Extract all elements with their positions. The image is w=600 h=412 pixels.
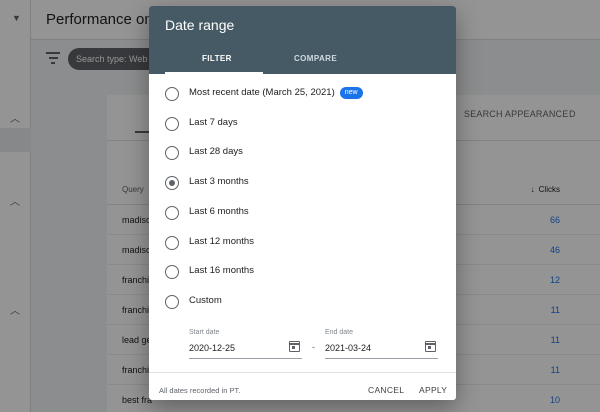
- tab-compare[interactable]: COMPARE: [294, 54, 337, 63]
- date-option-most-recent-date-march-25-2021[interactable]: Most recent date (March 25, 2021) new: [165, 83, 445, 105]
- option-label: Last 6 months: [189, 206, 249, 217]
- option-label: Last 7 days: [189, 117, 238, 128]
- date-option-last-3-months[interactable]: Last 3 months: [165, 172, 445, 194]
- option-text: Last 28 days: [189, 146, 243, 158]
- option-label: Last 12 months: [189, 236, 254, 247]
- calendar-icon[interactable]: [424, 341, 436, 352]
- end-date-label: End date: [325, 329, 354, 336]
- option-text: Last 7 days: [189, 116, 238, 128]
- radio-button[interactable]: [165, 87, 179, 101]
- radio-button[interactable]: [165, 265, 179, 280]
- option-text: Custom: [189, 294, 222, 306]
- new-badge: new: [339, 87, 363, 99]
- start-date-label: Start date: [189, 329, 220, 336]
- date-range-dialog: Date range FILTER COMPARE Most recent da…: [149, 6, 456, 400]
- option-text: Last 16 months: [189, 265, 254, 277]
- start-date-field[interactable]: Start date 2020-12-25: [189, 329, 302, 359]
- radio-button[interactable]: [165, 205, 179, 220]
- radio-button[interactable]: [165, 294, 179, 309]
- date-option-last-16-months[interactable]: Last 16 months: [165, 261, 445, 283]
- apply-button[interactable]: APPLY: [415, 381, 451, 399]
- date-option-last-12-months[interactable]: Last 12 months: [165, 232, 445, 254]
- date-option-last-28-days[interactable]: Last 28 days: [165, 142, 445, 164]
- timezone-note: All dates recorded in PT.: [159, 386, 241, 395]
- option-label: Last 16 months: [189, 265, 254, 276]
- option-label: Custom: [189, 295, 222, 306]
- option-text: Most recent date (March 25, 2021): [189, 87, 335, 98]
- radio-button[interactable]: [165, 146, 179, 161]
- tab-filter[interactable]: FILTER: [202, 54, 232, 63]
- end-date-field[interactable]: End date 2021-03-24: [325, 329, 438, 359]
- start-date-value: 2020-12-25: [189, 343, 236, 353]
- radio-button[interactable]: [165, 176, 179, 191]
- dialog-header: Date range FILTER COMPARE: [149, 6, 456, 74]
- date-separator: -: [312, 342, 315, 352]
- option-text: Last 6 months: [189, 205, 249, 217]
- date-option-custom[interactable]: Custom: [165, 291, 445, 313]
- date-option-last-7-days[interactable]: Last 7 days: [165, 113, 445, 135]
- end-date-value: 2021-03-24: [325, 343, 372, 353]
- radio-button[interactable]: [165, 116, 179, 131]
- option-label: Most recent date (March 25, 2021) new: [189, 87, 363, 99]
- option-text: Last 3 months: [189, 176, 249, 188]
- dialog-title: Date range: [165, 17, 235, 33]
- option-label: Last 28 days: [189, 146, 243, 157]
- radio-button[interactable]: [165, 235, 179, 250]
- option-label: Last 3 months: [189, 176, 249, 187]
- cancel-button[interactable]: CANCEL: [364, 381, 408, 399]
- date-option-last-6-months[interactable]: Last 6 months: [165, 202, 445, 224]
- option-text: Last 12 months: [189, 235, 254, 247]
- calendar-icon[interactable]: [288, 341, 300, 352]
- active-tab-indicator: [165, 72, 263, 74]
